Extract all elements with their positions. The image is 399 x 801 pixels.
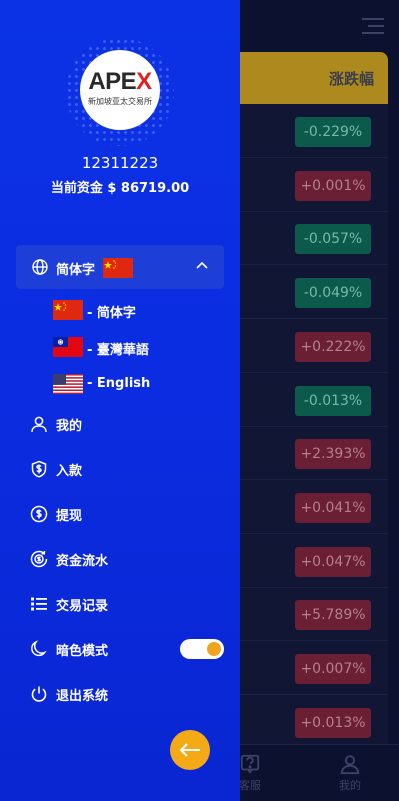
market-row[interactable]: +5.789% [240,587,388,642]
china-flag-icon [103,258,133,278]
market-row[interactable]: +0.041% [240,480,388,534]
nav-item-mine[interactable]: 我的 [30,414,230,434]
change-badge: +0.007% [295,654,371,684]
language-option-label: - 简体字 [87,306,136,321]
dollar-circle-icon [30,505,48,523]
nav-item-trade-records[interactable]: 交易记录 [30,594,230,614]
menu-icon[interactable] [362,18,384,34]
user-id: 12311223 [81,154,159,172]
tab-service-label: 客服 [239,779,261,792]
change-badge: -0.013% [295,385,371,416]
taiwan-flag-icon [53,337,83,357]
market-row[interactable]: +0.001% [240,158,388,212]
side-drawer: APEX 新加坡亚太交易所 12311223 当前资金 $ 86719.00 简… [0,0,240,801]
market-row[interactable]: +0.222% [240,319,388,373]
market-row[interactable]: -0.229% [240,104,388,158]
market-rows: -0.229% +0.001% -0.057% -0.049% +0.222% -0.01… [240,104,388,749]
nav-item-fund-flow[interactable]: 资金流水 [30,549,230,569]
tab-mine[interactable]: 我的 [330,753,370,793]
nav-item-logout[interactable]: 退出系统 [30,684,230,704]
change-badge: +0.013% [295,707,371,738]
list-icon [31,597,47,611]
market-row[interactable]: -0.049% [240,265,388,320]
change-badge: +0.001% [295,170,371,201]
close-drawer-button[interactable] [170,730,210,770]
nav-item-label: 暗色模式 [56,644,109,659]
usa-flag-icon [53,374,83,394]
toggle-knob [207,642,221,656]
tab-mine-label: 我的 [339,779,361,792]
change-badge: -0.229% [295,117,371,147]
current-language: 简体字 [56,263,96,278]
change-badge: +2.393% [295,439,371,470]
language-selector[interactable]: 简体字 [16,245,224,289]
moon-icon [31,640,47,657]
logo-subtitle: 新加坡亚太交易所 [88,97,152,106]
balance: 当前资金 $ 86719.00 [50,181,190,196]
user-icon [31,416,47,433]
change-badge: +0.047% [295,546,371,577]
market-row[interactable]: +0.047% [240,534,388,588]
arrow-left-icon [179,743,200,757]
nav-item-label: 交易记录 [56,599,109,614]
change-badge: +0.222% [295,331,371,362]
user-icon [340,755,360,775]
china-flag-icon [53,300,83,320]
market-row[interactable]: -0.013% [240,373,388,427]
nav-item-withdraw[interactable]: 提现 [30,504,230,524]
change-badge: +5.789% [295,600,371,631]
shield-dollar-icon [31,460,47,478]
change-badge: -0.049% [295,278,371,309]
market-row[interactable]: -0.057% [240,211,388,266]
nav-item-label: 我的 [56,419,83,434]
dark-mode-toggle[interactable] [180,639,224,659]
globe-icon [32,259,48,275]
power-icon [31,686,47,702]
market-row[interactable]: +2.393% [240,426,388,481]
money-flow-icon [30,550,48,568]
nav-item-deposit[interactable]: 入款 [30,459,230,479]
nav-item-label: 退出系统 [56,689,109,704]
chevron-up-icon [196,261,208,269]
logo: APEX 新加坡亚太交易所 [66,38,174,146]
change-badge: -0.057% [295,224,371,255]
logo-wordmark: APEX [88,68,152,95]
change-badge: +0.041% [295,492,371,523]
help-chat-icon [240,754,260,774]
nav-item-label: 资金流水 [56,554,109,569]
language-option-label: - 臺灣華語 [87,343,149,358]
language-option-label: - English [87,376,151,391]
market-row[interactable]: +0.007% [240,641,388,695]
nav-item-label: 提现 [56,509,83,524]
change-column-title: 涨跌幅 [328,70,374,88]
logo-badge: APEX 新加坡亚太交易所 [80,50,160,130]
market-row[interactable]: +0.013% [240,695,388,749]
nav-item-label: 入款 [56,464,83,479]
